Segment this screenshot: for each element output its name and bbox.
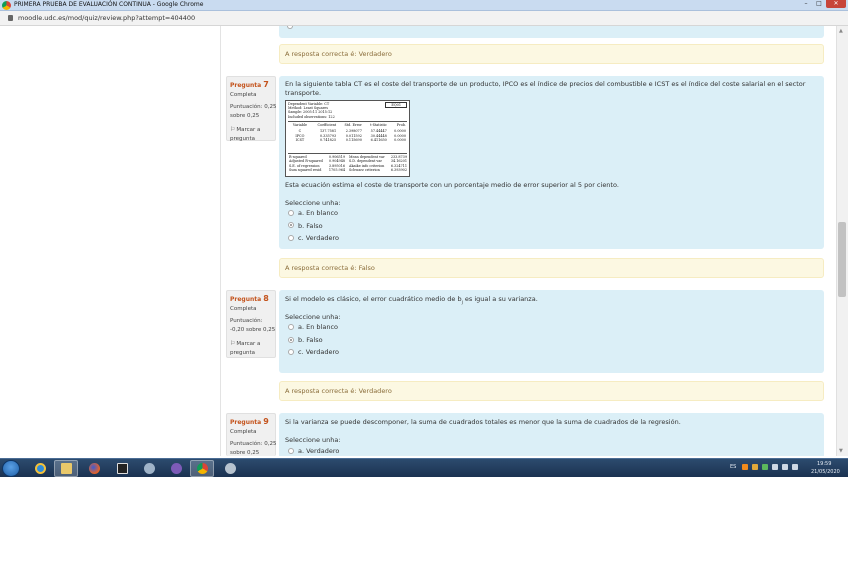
- flag-icon: ⚐: [230, 126, 236, 133]
- eclipse-icon[interactable]: [164, 460, 188, 477]
- question-state: Completa: [230, 306, 257, 312]
- select-prompt: Seleccione unha:: [285, 313, 341, 321]
- option-label[interactable]: c. Verdadero: [298, 234, 339, 242]
- tray-app-icon[interactable]: [742, 464, 748, 470]
- question-grade: Puntuación: 0,25 sobre 0,25: [230, 104, 277, 119]
- question-statement: Esta ecuación estima el coste de transpo…: [285, 181, 619, 189]
- browser-window: PRIMERA PRUEBA DE EVALUACIÓN CONTINUA - …: [0, 0, 848, 477]
- flag-icon: ⚐: [230, 340, 236, 347]
- url-text[interactable]: moodle.udc.es/mod/quiz/review.php?attemp…: [18, 14, 195, 22]
- volume-icon[interactable]: [772, 464, 778, 470]
- correct-answer-text: A resposta correcta é: Verdadero: [285, 50, 392, 58]
- question-grade: Puntuación: 0,25 sobre 0,25: [230, 441, 277, 456]
- option-radio[interactable]: [288, 448, 294, 454]
- taskbar: [0, 458, 848, 477]
- file-explorer-icon[interactable]: [54, 460, 78, 477]
- close-button[interactable]: ✕: [826, 0, 846, 8]
- lock-icon: [8, 15, 13, 21]
- internet-explorer-icon[interactable]: [28, 460, 52, 477]
- question-state: Completa: [230, 92, 257, 98]
- media-player-icon[interactable]: [110, 460, 134, 477]
- correct-answer-text: A resposta correcta é: Verdadero: [285, 387, 392, 395]
- chrome-icon: [2, 1, 11, 10]
- table-row: Sum squared resid 1705.964 Schwarz criteri…: [289, 168, 407, 173]
- option-radio[interactable]: [288, 324, 294, 330]
- option-label[interactable]: a. Verdadero: [298, 447, 339, 455]
- network-icon[interactable]: [782, 464, 788, 470]
- select-prompt: Seleccione unha:: [285, 199, 341, 207]
- question-info-9: Pregunta 9 Completa Puntuación: 0,25 sob…: [226, 413, 276, 456]
- coefficients-table: Variable Coefficient Std. Error t-Statis…: [289, 123, 408, 143]
- fit-statistics-table: R-squared 0.906519 Mean dependent var 233.8…: [287, 155, 409, 173]
- scroll-down-arrow-icon[interactable]: ▼: [839, 448, 843, 454]
- previous-question-box: [279, 26, 824, 38]
- window-title: PRIMERA PRUEBA DE EVALUACIÓN CONTINUA - …: [14, 1, 204, 8]
- option-label[interactable]: c. Verdadero: [298, 348, 339, 356]
- option-radio-selected[interactable]: [288, 337, 294, 343]
- question-state: Completa: [230, 429, 257, 435]
- address-bar[interactable]: moodle.udc.es/mod/quiz/review.php?attemp…: [0, 11, 848, 26]
- minimize-button[interactable]: –: [800, 0, 812, 8]
- scrollbar-thumb[interactable]: [838, 222, 846, 297]
- regression-header: Dependent Variable: CT Method: Least Squ…: [288, 102, 335, 119]
- question-info-8: Pregunta 8 Completa Puntuación: -0,20 so…: [226, 290, 276, 358]
- flag-question-link[interactable]: ⚐Marcar a pregunta: [230, 125, 275, 144]
- option-label[interactable]: b. Falso: [298, 222, 323, 230]
- option-label[interactable]: a. En blanco: [298, 323, 338, 331]
- maximize-button[interactable]: □: [813, 0, 825, 8]
- question-text: En la siguiente tabla CT es el coste del…: [285, 80, 806, 97]
- notifications-icon[interactable]: [792, 464, 798, 470]
- select-prompt: Seleccione unha:: [285, 436, 341, 444]
- tray-app-icon[interactable]: [762, 464, 768, 470]
- option-radio-selected[interactable]: [288, 222, 294, 228]
- regression-output-table: Dependent Variable: CT Method: Least Squ…: [285, 100, 410, 177]
- question-text: Si la varianza se puede descomponer, la …: [285, 418, 681, 426]
- table-row: ICST 0.741825 0.115690 6.411650 0.0000: [295, 138, 406, 143]
- option-radio[interactable]: [288, 235, 294, 241]
- question-number: Pregunta 7: [230, 80, 269, 89]
- question-number: Pregunta 8: [230, 294, 269, 303]
- network-app-icon[interactable]: [137, 460, 161, 477]
- eq-label: EQ01: [385, 102, 407, 108]
- window-titlebar: PRIMERA PRUEBA DE EVALUACIÓN CONTINUA - …: [0, 0, 848, 11]
- chrome-taskbar-icon[interactable]: [190, 460, 214, 477]
- clock-date[interactable]: 21/05/2020: [811, 469, 840, 475]
- correct-answer-text: A resposta correcta é: Falso: [285, 264, 375, 272]
- option-label[interactable]: a. En blanco: [298, 209, 338, 217]
- option-label[interactable]: b. Falso: [298, 336, 323, 344]
- flag-question-link[interactable]: ⚐Marcar a pregunta: [230, 339, 275, 358]
- option-radio[interactable]: [288, 349, 294, 355]
- remote-app-icon[interactable]: [218, 460, 242, 477]
- start-button[interactable]: [2, 460, 20, 477]
- question-grade: Puntuación: -0,20 sobre 0,25: [230, 318, 276, 333]
- left-column: [6, 26, 221, 456]
- question-number: Pregunta 9: [230, 417, 269, 426]
- language-indicator[interactable]: ES: [730, 464, 736, 470]
- scroll-up-arrow-icon[interactable]: ▲: [839, 28, 843, 34]
- question-text: Si el modelo es clásico, el error cuadrá…: [285, 295, 538, 306]
- option-radio[interactable]: [288, 210, 294, 216]
- tray-app-icon[interactable]: [752, 464, 758, 470]
- question-info-7: Pregunta 7 Completa Puntuación: 0,25 sob…: [226, 76, 277, 144]
- firefox-icon[interactable]: [82, 460, 106, 477]
- clock-time[interactable]: 19:59: [817, 461, 831, 467]
